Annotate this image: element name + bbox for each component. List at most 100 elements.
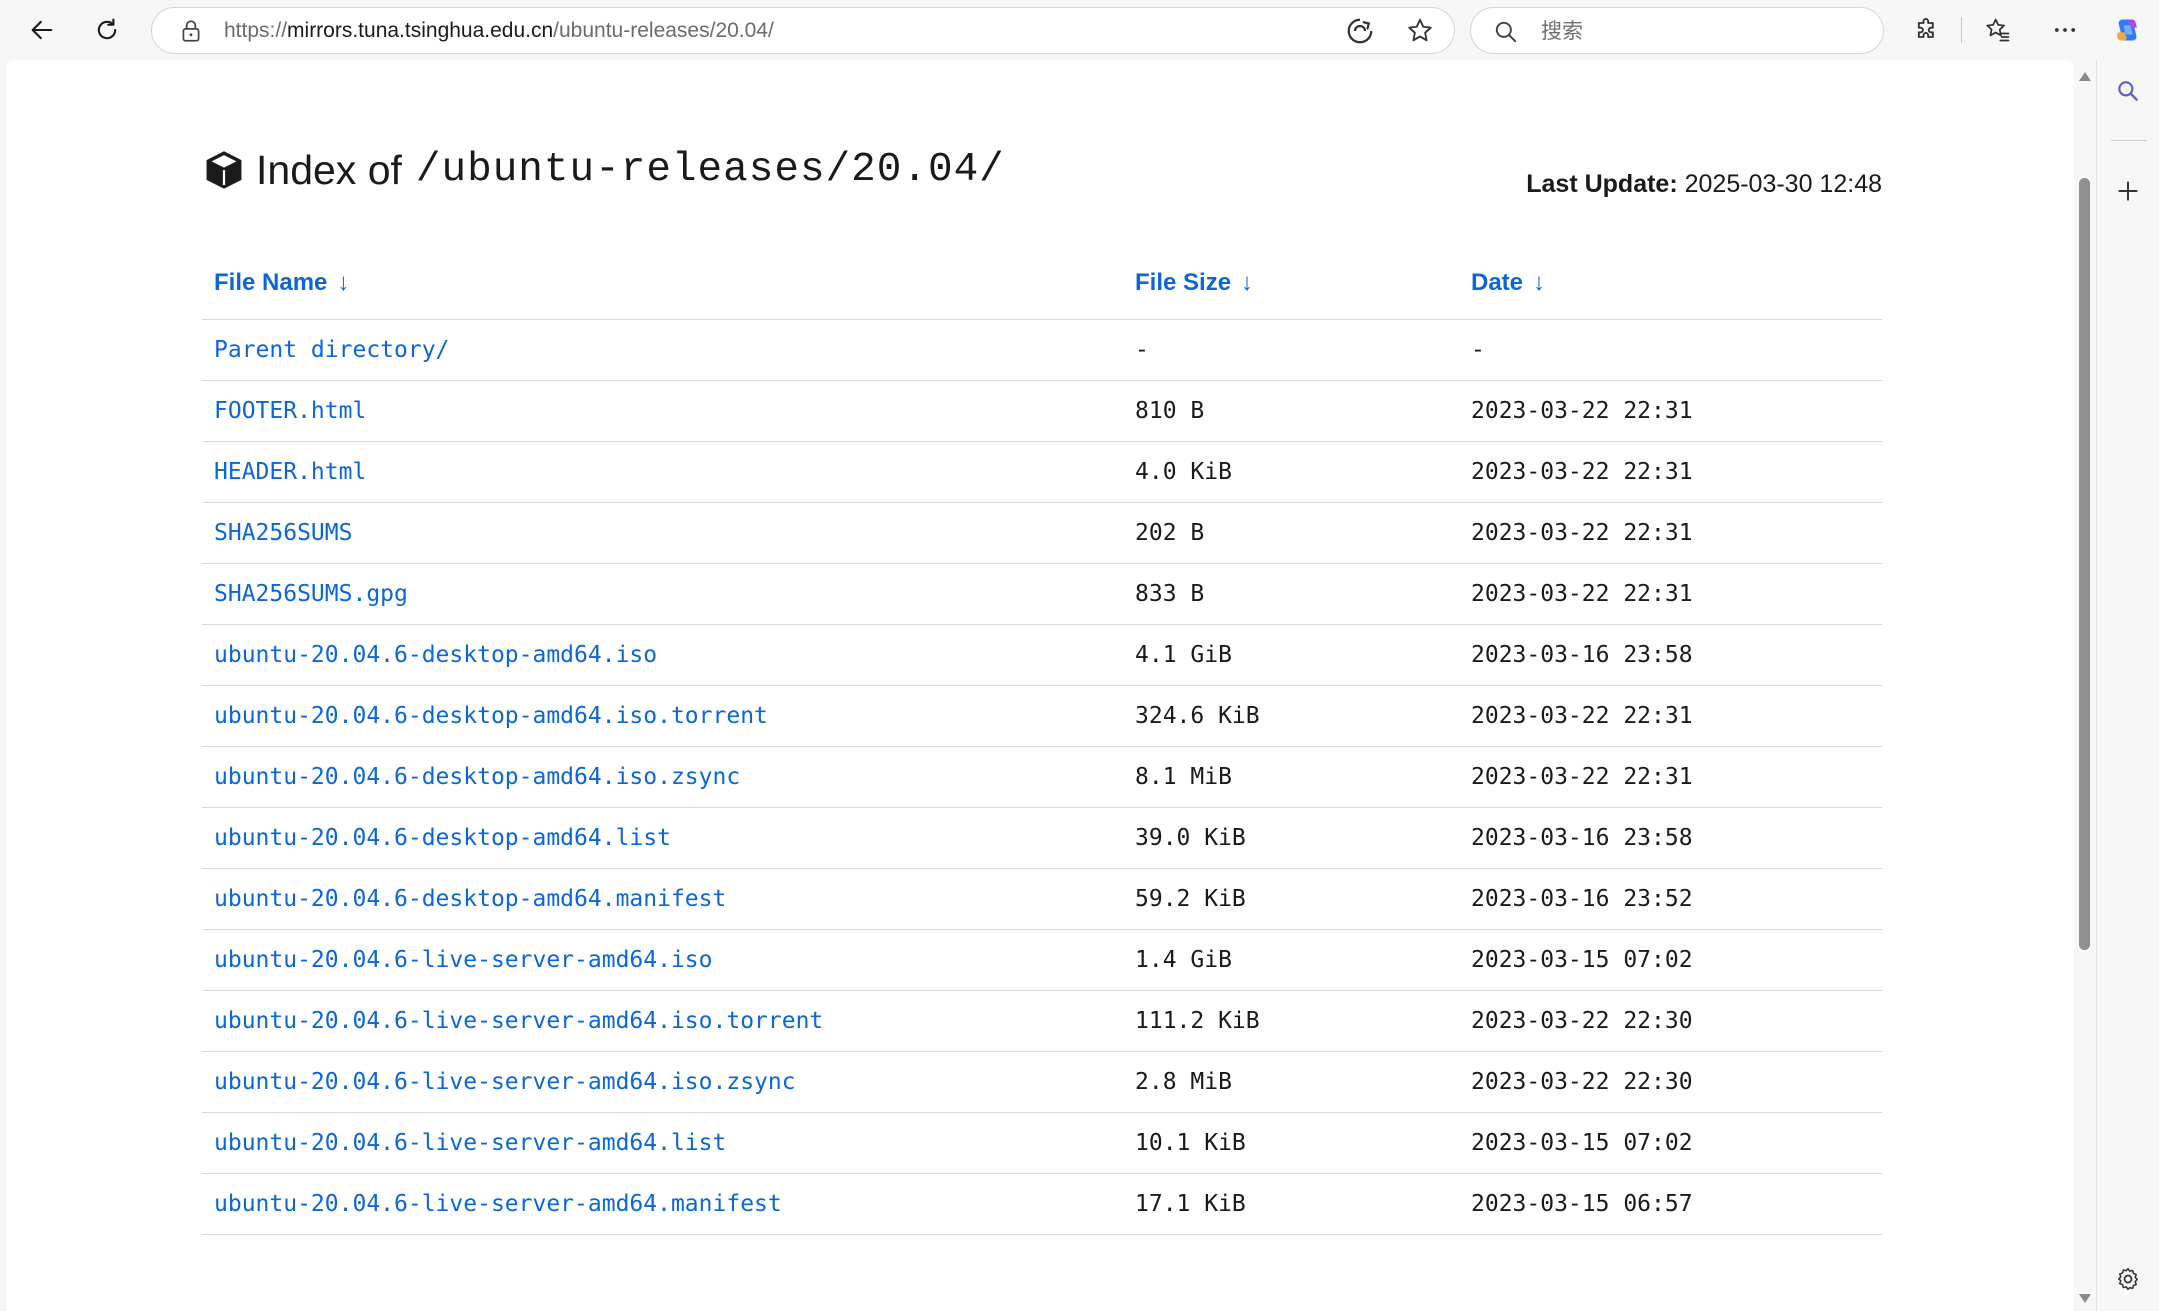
file-size-cell: 111.2 KiB xyxy=(1123,990,1459,1052)
file-link[interactable]: SHA256SUMS.gpg xyxy=(214,581,408,607)
file-name-cell: Parent directory/ xyxy=(202,319,1123,381)
more-icon xyxy=(2054,28,2076,32)
file-date-cell: 2023-03-22 22:31 xyxy=(1459,502,1882,564)
favorite-star-icon[interactable] xyxy=(1405,16,1435,46)
file-date-cell: 2023-03-22 22:31 xyxy=(1459,685,1882,747)
immersive-reader-icon[interactable] xyxy=(1345,16,1375,46)
file-link[interactable]: ubuntu-20.04.6-desktop-amd64.iso.torrent xyxy=(214,703,768,729)
copilot-button[interactable] xyxy=(2106,9,2148,51)
scroll-up-arrow-icon[interactable] xyxy=(2079,72,2091,81)
table-row: SHA256SUMS.gpg 833 B 2023-03-22 22:31 xyxy=(202,563,1882,625)
file-name-cell: SHA256SUMS.gpg xyxy=(202,563,1123,625)
sidebar-settings-icon xyxy=(2118,1267,2138,1291)
table-row: SHA256SUMS 202 B 2023-03-22 22:31 xyxy=(202,502,1882,564)
title-label: Index of xyxy=(256,146,402,193)
browser-toolbar: https://mirrors.tuna.tsinghua.edu.cn/ubu… xyxy=(0,0,2159,60)
file-date-cell: 2023-03-16 23:58 xyxy=(1459,807,1882,869)
page-viewport: Index of /ubuntu-releases/20.04/ Last Up… xyxy=(6,60,2074,1311)
refresh-button[interactable] xyxy=(86,9,128,51)
file-date-cell: 2023-03-15 06:57 xyxy=(1459,1173,1882,1235)
table-row: FOOTER.html 810 B 2023-03-22 22:31 xyxy=(202,380,1882,442)
back-icon xyxy=(31,20,53,40)
column-header-label: File Size xyxy=(1135,268,1232,296)
file-name-cell: SHA256SUMS xyxy=(202,502,1123,564)
file-date-cell: - xyxy=(1459,319,1882,381)
table-row: ubuntu-20.04.6-desktop-amd64.iso.zsync 8.… xyxy=(202,746,1882,808)
lock-icon[interactable] xyxy=(178,18,204,44)
back-button[interactable] xyxy=(21,9,63,51)
table-row: ubuntu-20.04.6-desktop-amd64.list 39.0 Ki… xyxy=(202,807,1882,869)
search-input[interactable] xyxy=(1541,16,1861,46)
toolbar-divider xyxy=(1961,17,1962,43)
table-row: ubuntu-20.04.6-desktop-amd64.iso.torrent… xyxy=(202,685,1882,747)
sidebar-search-button[interactable] xyxy=(2107,70,2149,112)
file-link[interactable]: HEADER.html xyxy=(214,459,366,485)
file-size-cell: 8.1 MiB xyxy=(1123,746,1459,808)
table-row: HEADER.html 4.0 KiB 2023-03-22 22:31 xyxy=(202,441,1882,503)
table-row: ubuntu-20.04.6-live-server-amd64.list 10.… xyxy=(202,1112,1882,1174)
file-name-cell: ubuntu-20.04.6-live-server-amd64.manifes… xyxy=(202,1173,1123,1235)
file-link[interactable]: FOOTER.html xyxy=(214,398,366,424)
file-size-cell: 39.0 KiB xyxy=(1123,807,1459,869)
address-bar[interactable]: https://mirrors.tuna.tsinghua.edu.cn/ubu… xyxy=(151,7,1455,54)
sidebar-settings-button[interactable] xyxy=(2107,1258,2149,1300)
sort-by-date-header[interactable]: Date ↓ xyxy=(1459,257,1882,320)
scroll-thumb[interactable] xyxy=(2079,178,2090,950)
table-row: ubuntu-20.04.6-desktop-amd64.manifest 59.… xyxy=(202,868,1882,930)
search-icon xyxy=(1495,21,1517,43)
favorites-button[interactable] xyxy=(1977,9,2019,51)
file-name-cell: ubuntu-20.04.6-live-server-amd64.list xyxy=(202,1112,1123,1174)
sidebar-search-icon xyxy=(2118,81,2138,101)
favorites-icon xyxy=(1986,18,2010,42)
sort-by-size-header[interactable]: File Size ↓ xyxy=(1123,257,1459,320)
file-name-cell: ubuntu-20.04.6-desktop-amd64.iso xyxy=(202,624,1123,686)
file-date-cell: 2023-03-22 22:30 xyxy=(1459,990,1882,1052)
file-name-cell: ubuntu-20.04.6-desktop-amd64.iso.torrent xyxy=(202,685,1123,747)
file-link[interactable]: ubuntu-20.04.6-desktop-amd64.list xyxy=(214,825,671,851)
sort-by-name-header[interactable]: File Name ↓ xyxy=(202,257,1123,320)
search-box[interactable] xyxy=(1470,7,1884,54)
refresh-icon xyxy=(97,18,117,40)
url-prefix: https:// xyxy=(224,19,288,42)
sidebar-divider xyxy=(2111,140,2147,141)
extensions-button[interactable] xyxy=(1906,9,1948,51)
sidebar-add-button[interactable] xyxy=(2107,170,2149,212)
title-path: /ubuntu-releases/20.04/ xyxy=(415,147,1005,193)
more-button[interactable] xyxy=(2044,9,2086,51)
last-update-value: 2025-03-30 12:48 xyxy=(1684,170,1882,198)
file-rows: Parent directory/- - FOOTER.html 810 B 2023-… xyxy=(202,319,1882,1235)
file-name-cell: ubuntu-20.04.6-desktop-amd64.manifest xyxy=(202,868,1123,930)
page-scrollbar[interactable] xyxy=(2074,60,2096,1311)
url-text[interactable]: https://mirrors.tuna.tsinghua.edu.cn/ubu… xyxy=(224,18,774,44)
file-size-cell: 1.4 GiB xyxy=(1123,929,1459,991)
extensions-icon xyxy=(1917,18,1934,38)
parent-directory-link[interactable]: Parent directory/ xyxy=(214,337,449,363)
file-link[interactable]: ubuntu-20.04.6-live-server-amd64.iso.zsy… xyxy=(214,1069,796,1095)
file-size-cell: 4.1 GiB xyxy=(1123,624,1459,686)
table-row: ubuntu-20.04.6-live-server-amd64.iso.tor… xyxy=(202,990,1882,1052)
table-row: ubuntu-20.04.6-desktop-amd64.iso 4.1 GiB 2… xyxy=(202,624,1882,686)
file-link[interactable]: ubuntu-20.04.6-desktop-amd64.iso.zsync xyxy=(214,764,740,790)
scroll-down-arrow-icon[interactable] xyxy=(2079,1294,2091,1303)
url-host: mirrors.tuna.tsinghua.edu.cn xyxy=(287,19,554,42)
last-update: Last Update: 2025-03-30 12:48 xyxy=(1526,170,1882,199)
file-size-cell: 17.1 KiB xyxy=(1123,1173,1459,1235)
file-date-cell: 2023-03-15 07:02 xyxy=(1459,1112,1882,1174)
sort-arrow-icon: ↓ xyxy=(1241,268,1254,296)
copilot-icon xyxy=(2117,19,2137,41)
file-link[interactable]: SHA256SUMS xyxy=(214,520,352,546)
file-link[interactable]: ubuntu-20.04.6-live-server-amd64.iso.tor… xyxy=(214,1008,823,1034)
last-update-label: Last Update: xyxy=(1526,170,1678,198)
file-date-cell: 2023-03-16 23:52 xyxy=(1459,868,1882,930)
sort-arrow-icon: ↓ xyxy=(337,268,350,296)
file-size-cell: 59.2 KiB xyxy=(1123,868,1459,930)
file-date-cell: 2023-03-15 07:02 xyxy=(1459,929,1882,991)
file-link[interactable]: ubuntu-20.04.6-desktop-amd64.manifest xyxy=(214,886,726,912)
table-header-row: File Name ↓ File Size ↓ Date ↓ xyxy=(202,257,1882,320)
file-name-cell: ubuntu-20.04.6-live-server-amd64.iso xyxy=(202,929,1123,991)
file-link[interactable]: ubuntu-20.04.6-desktop-amd64.iso xyxy=(214,642,657,668)
file-link[interactable]: ubuntu-20.04.6-live-server-amd64.iso xyxy=(214,947,713,973)
file-link[interactable]: ubuntu-20.04.6-live-server-amd64.manifes… xyxy=(214,1191,782,1217)
file-date-cell: 2023-03-22 22:30 xyxy=(1459,1051,1882,1113)
file-link[interactable]: ubuntu-20.04.6-live-server-amd64.list xyxy=(214,1130,726,1156)
